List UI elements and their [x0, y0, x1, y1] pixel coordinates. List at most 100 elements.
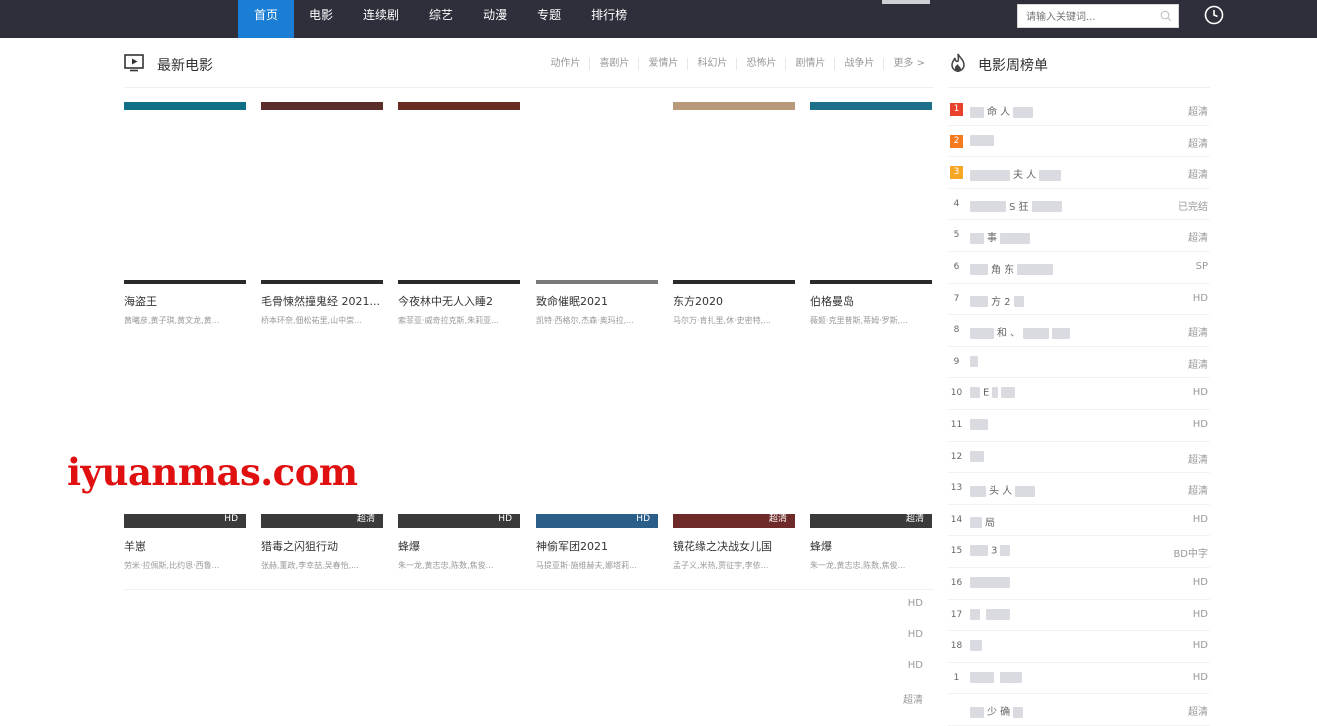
movie-title[interactable]: 致命催眠2021 [536, 293, 658, 309]
movie-poster[interactable]: HD [398, 514, 520, 528]
category-link[interactable]: 剧情片 [785, 58, 834, 70]
movie-cast: 劳米·拉佩斯,比约恩·西鲁... [124, 561, 220, 570]
movie-poster[interactable]: 超清 [810, 514, 932, 528]
category-link[interactable]: 科幻片 [687, 58, 736, 70]
movie-title[interactable]: 猎毒之闪狙行动 [261, 538, 383, 554]
search-icon[interactable] [1160, 10, 1172, 22]
nav-item-home[interactable]: 首页 [238, 0, 295, 38]
nav-item-anime[interactable]: 动漫 [468, 0, 522, 38]
ranking-movie-name[interactable] [970, 418, 991, 431]
category-link[interactable]: 爱情片 [638, 58, 687, 70]
movie-poster[interactable] [261, 102, 383, 284]
ranking-movie-name[interactable]: S 狂 [970, 198, 1062, 213]
movie-poster[interactable]: 超清 [261, 514, 383, 528]
ranking-movie-name[interactable] [970, 608, 1010, 621]
movie-title[interactable]: 东方2020 [673, 293, 795, 309]
movie-title[interactable]: 镜花缘之决战女儿国 [673, 538, 795, 554]
more-link[interactable]: 更多 > [883, 58, 934, 70]
ranking-item[interactable]: 13 头 人 超清 [948, 473, 1210, 505]
category-link[interactable]: 战争片 [834, 58, 883, 70]
ranking-item[interactable]: 5 事 超清 [948, 220, 1210, 252]
movie-poster[interactable] [398, 102, 520, 284]
ranking-movie-name[interactable]: 方 2 [970, 293, 1024, 308]
movie-card[interactable]: 东方2020 马尔万·肯扎里,休·史密特,... [673, 102, 795, 326]
movie-title[interactable]: 伯格曼岛 [810, 293, 932, 309]
movie-card[interactable]: 致命催眠2021 凯特·西格尔,杰森·奥玛拉,... [536, 102, 658, 326]
ranking-movie-name[interactable] [970, 134, 997, 147]
ranking-item[interactable]: 7 方 2 HD [948, 284, 1210, 316]
movie-title[interactable]: 神偷军团2021 [536, 538, 658, 554]
ranking-item[interactable]: 9 超清 [948, 347, 1210, 379]
ranking-movie-name[interactable]: 和 、 [970, 324, 1071, 339]
movie-poster[interactable]: 超清 [673, 514, 795, 528]
movie-title[interactable]: 今夜林中无人入睡2 [398, 293, 520, 309]
movie-title[interactable]: 羊崽 [124, 538, 246, 554]
search-input[interactable] [1018, 6, 1148, 29]
nav-item-topics[interactable]: 专题 [522, 0, 576, 38]
movie-card[interactable]: 海盗王 黄曦彦,黄子琪,黄文龙,黄... [124, 102, 246, 326]
ranking-movie-name[interactable] [970, 640, 985, 652]
ranking-item[interactable]: 8 和 、 超清 [948, 315, 1210, 347]
movie-card[interactable]: 毛骨悚然撞鬼经 2021... 桥本环奈,佃松祐里,山中崇... [261, 102, 383, 326]
ranking-movie-name[interactable]: 头 人 [970, 482, 1036, 497]
ranking-movie-name[interactable]: 命 人 [970, 103, 1034, 118]
movie-title[interactable]: 蜂爆 [810, 538, 932, 554]
ranking-item[interactable]: 2 超清 [948, 126, 1210, 158]
movie-card[interactable]: 超清 蜂爆 朱一龙,黄志忠,陈数,焦俊... [810, 514, 932, 571]
ranking-item[interactable]: 17 HD [948, 600, 1210, 632]
ranking-movie-name[interactable]: E [970, 387, 1016, 399]
category-link[interactable]: 恐怖片 [736, 58, 785, 70]
ranking-movie-name[interactable]: 局 [970, 514, 995, 529]
ranking-item[interactable]: 18 HD [948, 631, 1210, 663]
movie-poster[interactable] [536, 102, 658, 284]
movie-card[interactable]: 超清 镜花缘之决战女儿国 孟子义,米热,贾征宇,李依... [673, 514, 795, 571]
movie-card[interactable]: HD 蜂爆 朱一龙,黄志忠,陈数,焦俊... [398, 514, 520, 571]
ranking-item[interactable]: 12 超清 [948, 442, 1210, 474]
ranking-movie-name[interactable] [970, 450, 987, 463]
movie-title[interactable]: 蜂爆 [398, 538, 520, 554]
ranking-movie-name[interactable]: 少 确 [970, 703, 1024, 718]
movie-card[interactable]: HD 神偷军团2021 马提亚斯·施维赫夫,娜塔莉... [536, 514, 658, 571]
ranking-movie-name[interactable]: 角 东 [970, 261, 1054, 276]
movie-poster[interactable]: HD [536, 514, 658, 528]
movie-title[interactable]: 毛骨悚然撞鬼经 2021... [261, 293, 383, 309]
nav-item-series[interactable]: 连续剧 [348, 0, 414, 38]
ranking-item[interactable]: 15 3 BD中字 [948, 536, 1210, 568]
ranking-item[interactable]: 少 确 超清 [948, 694, 1210, 726]
ranking-item[interactable]: 3 夫 人 超清 [948, 157, 1210, 189]
ranking-item[interactable]: 1 命 人 超清 [948, 94, 1210, 126]
redacted-text [1000, 671, 1022, 683]
category-link[interactable]: 动作片 [541, 58, 589, 70]
ranking-movie-name[interactable]: 事 [970, 229, 1030, 244]
nav-item-ranking[interactable]: 排行榜 [576, 0, 642, 38]
ranking-item[interactable]: 14 局 HD [948, 505, 1210, 537]
ranking-item[interactable]: 6 角 东 SP [948, 252, 1210, 284]
movie-poster[interactable] [124, 102, 246, 284]
movie-title[interactable]: 海盗王 [124, 293, 246, 309]
ranking-item[interactable]: 4 S 狂 已完结 [948, 189, 1210, 221]
ranking-item[interactable]: 11 HD [948, 410, 1210, 442]
ranking-movie-name[interactable] [970, 355, 981, 368]
ranking-movie-name[interactable] [970, 671, 1022, 684]
ranking-item[interactable]: 1 HD [948, 663, 1210, 695]
nav-item-variety[interactable]: 综艺 [414, 0, 468, 38]
movie-card[interactable]: 超清 猎毒之闪狙行动 张赫,董政,李幸喆,吴春怡,... [261, 514, 383, 571]
movie-poster[interactable]: HD [124, 514, 246, 528]
movie-cast: 桥本环奈,佃松祐里,山中崇... [261, 316, 362, 325]
ranking-movie-name[interactable]: 3 [970, 545, 1011, 557]
movie-poster[interactable] [673, 102, 795, 284]
movie-card[interactable]: 今夜林中无人入睡2 索菲亚·威奇拉克斯,朱莉亚... [398, 102, 520, 326]
ranking-movie-name[interactable]: 夫 人 [970, 166, 1062, 181]
history-clock-icon[interactable] [1203, 4, 1225, 26]
ranking-movie-name[interactable] [970, 576, 1013, 589]
movie-poster[interactable] [810, 102, 932, 284]
quality-badge: 超清 [1188, 138, 1208, 150]
ranking-item[interactable]: 16 HD [948, 568, 1210, 600]
movie-card[interactable]: HD 羊崽 劳米·拉佩斯,比约恩·西鲁... [124, 514, 246, 571]
movie-card[interactable]: 伯格曼岛 薇姬·克里普斯,蒂姆·罗斯,... [810, 102, 932, 326]
latest-movies-header: 最新电影 动作片 喜剧片 爱情片 科幻片 恐怖片 剧情片 战争片 更多 > [124, 52, 934, 88]
ranking-item[interactable]: 10 E HD [948, 378, 1210, 410]
poster-image [398, 102, 520, 110]
category-link[interactable]: 喜剧片 [589, 58, 638, 70]
nav-item-movies[interactable]: 电影 [294, 0, 348, 38]
